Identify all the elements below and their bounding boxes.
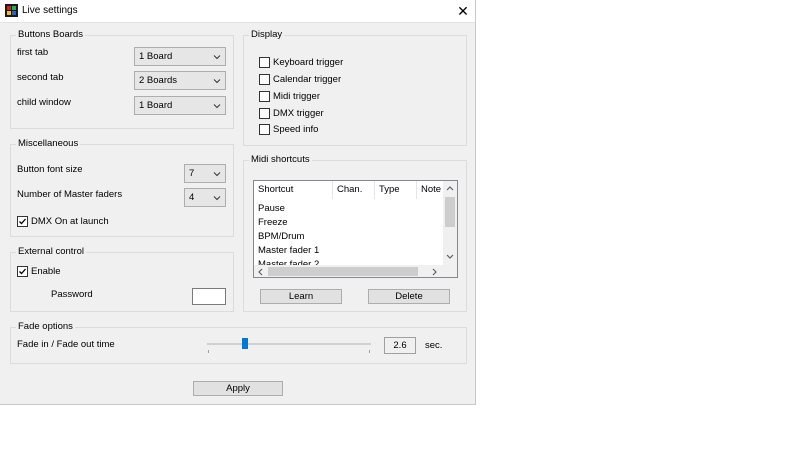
fade-time-slider[interactable] <box>207 336 371 356</box>
scroll-right-icon[interactable] <box>432 268 438 276</box>
scroll-up-icon[interactable] <box>446 185 454 191</box>
buttons-boards-legend: Buttons Boards <box>16 29 85 41</box>
fade-time-label: Fade in / Fade out time <box>17 339 115 350</box>
password-field[interactable] <box>192 288 226 305</box>
speed-info-label: Speed info <box>273 124 319 135</box>
master-faders-value: 4 <box>189 192 195 203</box>
speed-info-checkbox[interactable] <box>259 124 270 135</box>
midi-trigger-label: Midi trigger <box>273 91 320 102</box>
chevron-down-icon <box>213 55 221 60</box>
scroll-left-icon[interactable] <box>257 268 263 276</box>
master-faders-label: Number of Master faders <box>17 189 123 200</box>
button-font-size-value: 7 <box>189 168 195 179</box>
dmx-on-launch-checkbox[interactable] <box>17 216 28 227</box>
list-item[interactable]: BPM/Drum <box>258 231 304 243</box>
dmx-on-launch-label: DMX On at launch <box>31 216 109 227</box>
slider-track <box>207 343 371 345</box>
fade-options-legend: Fade options <box>16 321 75 333</box>
horizontal-scroll-thumb[interactable] <box>268 267 418 276</box>
enable-checkbox[interactable] <box>17 266 28 277</box>
learn-button[interactable]: Learn <box>260 289 342 304</box>
slider-tick-min <box>208 350 209 353</box>
close-icon[interactable]: ✕ <box>450 0 476 22</box>
list-item[interactable]: Freeze <box>258 217 288 229</box>
midi-shortcuts-legend: Midi shortcuts <box>249 154 312 166</box>
column-header-shortcut[interactable]: Shortcut <box>254 181 333 199</box>
calendar-trigger-checkbox[interactable] <box>259 74 270 85</box>
child-window-label: child window <box>17 97 71 108</box>
chevron-down-icon <box>213 104 221 109</box>
title-bar: Live settings ✕ <box>0 0 475 23</box>
midi-shortcuts-list[interactable]: Shortcut Chan. Type Note Pause Freeze BP… <box>253 180 458 278</box>
list-item[interactable]: Pause <box>258 203 285 215</box>
chevron-down-icon <box>213 196 221 201</box>
first-tab-select[interactable]: 1 Board <box>134 47 226 66</box>
external-control-legend: External control <box>16 246 87 258</box>
button-font-size-select[interactable]: 7 <box>184 164 226 183</box>
keyboard-trigger-checkbox[interactable] <box>259 57 270 68</box>
slider-tick-max <box>369 350 370 353</box>
vertical-scrollbar[interactable] <box>443 181 457 265</box>
delete-button[interactable]: Delete <box>368 289 450 304</box>
dmx-trigger-label: DMX trigger <box>273 108 324 119</box>
list-item[interactable]: Master fader 1 <box>258 245 319 257</box>
child-window-select[interactable]: 1 Board <box>134 96 226 115</box>
password-label: Password <box>51 289 93 300</box>
horizontal-scrollbar[interactable] <box>254 265 443 277</box>
fade-time-unit: sec. <box>425 340 443 351</box>
midi-trigger-checkbox[interactable] <box>259 91 270 102</box>
live-settings-dialog: Live settings ✕ Buttons Boards first tab… <box>0 0 476 405</box>
window-title: Live settings <box>22 5 78 16</box>
dmx-trigger-checkbox[interactable] <box>259 108 270 119</box>
second-tab-select[interactable]: 2 Boards <box>134 71 226 90</box>
vertical-scroll-thumb[interactable] <box>445 197 455 227</box>
scrollbar-corner <box>443 265 457 277</box>
slider-thumb[interactable] <box>242 338 248 349</box>
child-window-value: 1 Board <box>139 100 173 111</box>
keyboard-trigger-label: Keyboard trigger <box>273 57 344 68</box>
second-tab-label: second tab <box>17 72 64 83</box>
miscellaneous-legend: Miscellaneous <box>16 138 81 150</box>
column-header-chan[interactable]: Chan. <box>333 181 375 199</box>
column-header-note[interactable]: Note <box>417 181 445 199</box>
app-logo-icon <box>5 4 18 17</box>
first-tab-value: 1 Board <box>139 51 173 62</box>
second-tab-value: 2 Boards <box>139 75 178 86</box>
display-legend: Display <box>249 29 285 41</box>
enable-label: Enable <box>31 266 61 277</box>
apply-button[interactable]: Apply <box>193 381 283 396</box>
column-header-type[interactable]: Type <box>375 181 417 199</box>
button-font-size-label: Button font size <box>17 164 83 175</box>
chevron-down-icon <box>213 79 221 84</box>
fade-time-value[interactable] <box>384 337 416 354</box>
scroll-down-icon[interactable] <box>446 254 454 260</box>
chevron-down-icon <box>213 172 221 177</box>
first-tab-label: first tab <box>17 47 49 58</box>
master-faders-select[interactable]: 4 <box>184 188 226 207</box>
calendar-trigger-label: Calendar trigger <box>273 74 342 85</box>
